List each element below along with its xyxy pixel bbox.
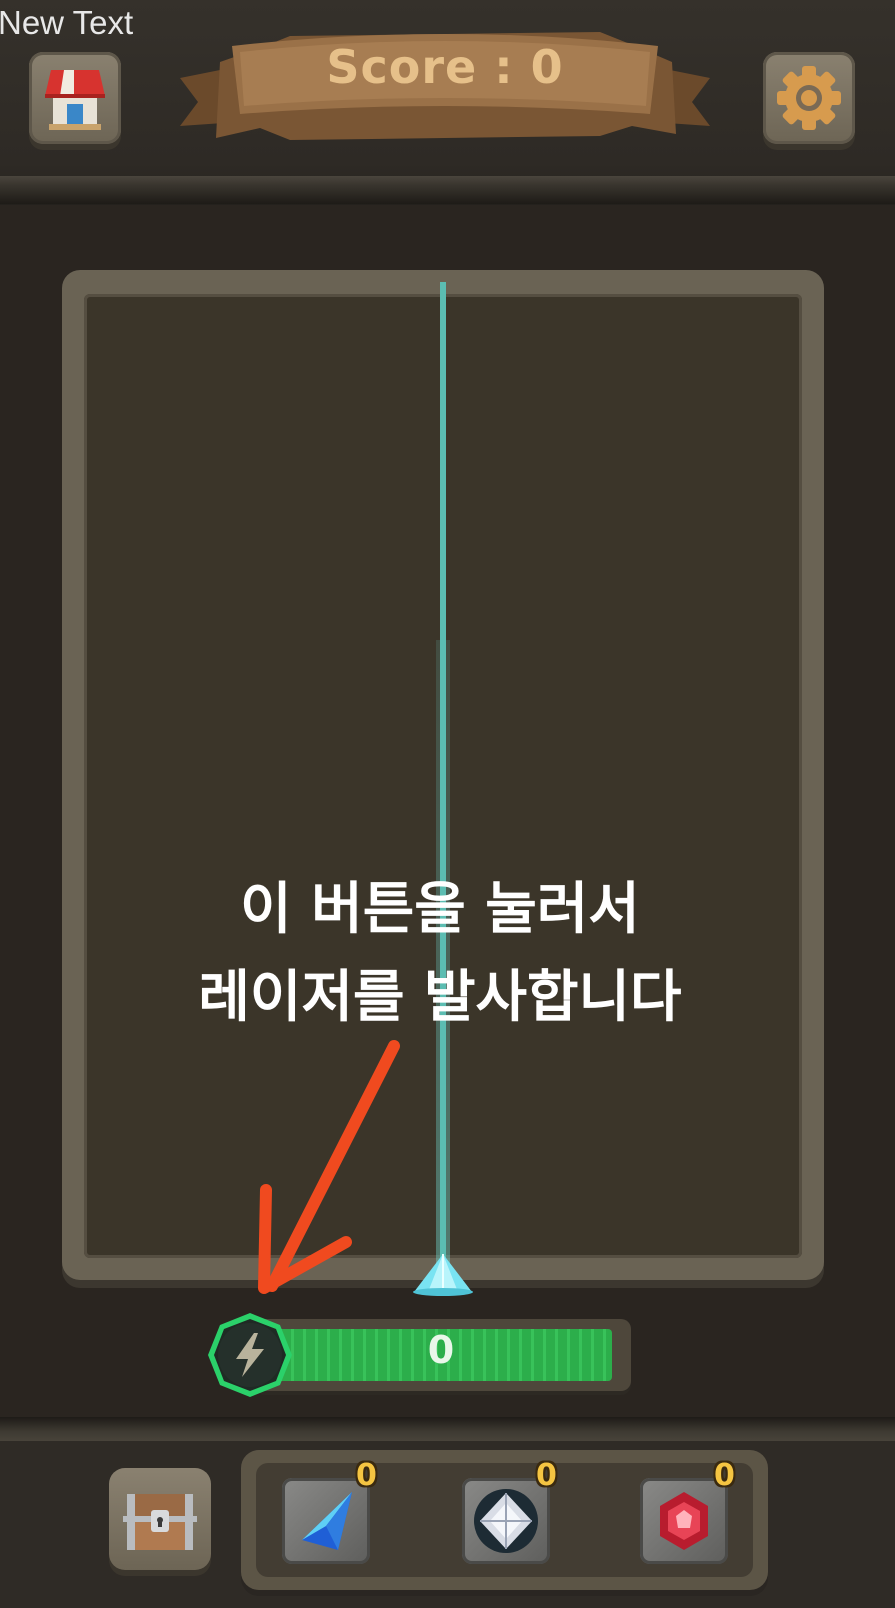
lightning-icon xyxy=(236,1333,264,1377)
shop-icon xyxy=(45,70,105,130)
tutorial-line-1: 이 버튼을 눌러서 xyxy=(240,877,640,942)
bottom-bar-edge xyxy=(0,1417,895,1441)
blue-gem-count: 0 xyxy=(356,1458,377,1493)
shop-button[interactable] xyxy=(29,52,121,144)
laser-emitter-gem xyxy=(413,1254,473,1296)
tutorial-line-2: 레이저를 발사합니다 xyxy=(198,965,682,1030)
tutorial-message: 이 버튼을 눌러서 레이저를 발사합니다 xyxy=(130,866,750,1042)
treasure-chest-button[interactable] xyxy=(109,1468,211,1570)
treasure-chest-icon xyxy=(123,1494,197,1550)
debug-text-label: New Text xyxy=(0,4,134,41)
energy-value: 0 xyxy=(427,1328,455,1372)
white-gem-count: 0 xyxy=(536,1458,557,1493)
top-bar-edge xyxy=(0,176,895,204)
settings-button[interactable] xyxy=(763,52,855,144)
fire-laser-button[interactable] xyxy=(206,1311,294,1399)
red-gem-count: 0 xyxy=(714,1458,735,1493)
score-text: Score : 0 xyxy=(326,40,564,94)
tutorial-arrow xyxy=(258,1040,400,1294)
gear-icon xyxy=(777,66,841,130)
laser-beam xyxy=(440,282,446,1282)
